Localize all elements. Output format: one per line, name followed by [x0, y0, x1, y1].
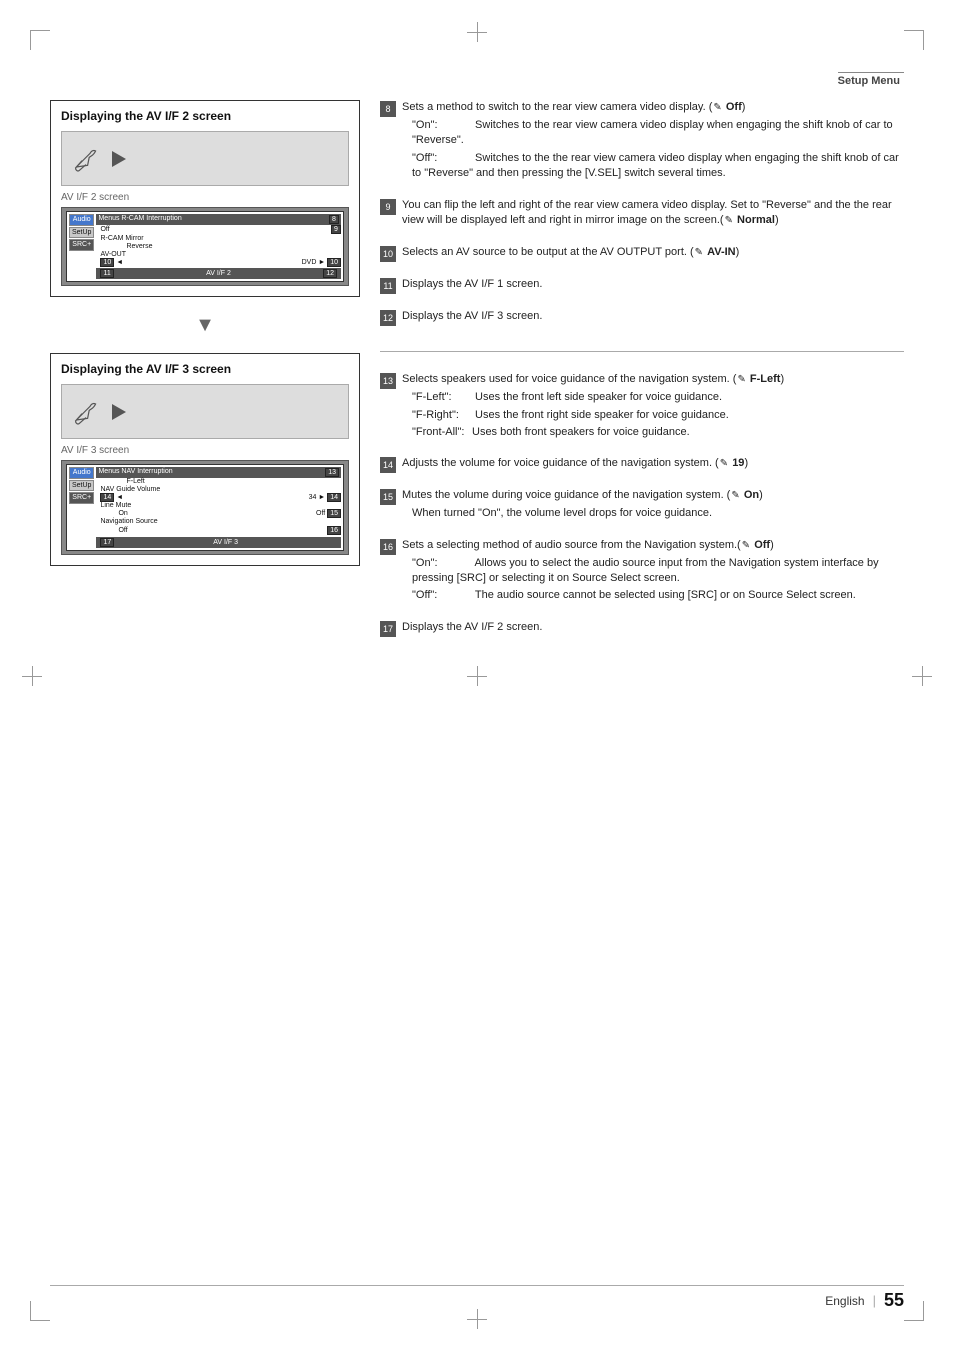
- footer-language: English: [825, 1294, 864, 1308]
- menu-screen-avif3: Audio SetUp SRC+ Menus NAV Interruption …: [61, 460, 349, 555]
- corner-mark-tl: [30, 30, 50, 50]
- cross-bottom: [467, 1309, 487, 1329]
- menu-row-2: R-CAM Mirror: [96, 235, 341, 242]
- menu-bottom-avif2: 11 AV I/F 2 12: [96, 268, 341, 279]
- corner-mark-bl: [30, 1301, 50, 1321]
- item-text-13: Selects speakers used for voice guidance…: [402, 372, 904, 442]
- footer: English | 55: [50, 1285, 904, 1311]
- play-icon-avif3: [112, 404, 126, 420]
- item-num-17: 17: [380, 621, 396, 637]
- wrench-icon-2: [70, 396, 102, 428]
- section-divider: [380, 351, 904, 352]
- menu-title-row-avif3: Menus NAV Interruption 13: [96, 467, 341, 478]
- screen-label-avif2: AV I/F 2 screen: [61, 192, 349, 203]
- item-text-9: You can flip the left and right of the r…: [402, 198, 904, 232]
- menu-row-nav-3: 14 ◄ 34 ► 14: [96, 494, 341, 501]
- section-avif2: Displaying the AV I/F 2 screen AV I/F 2 …: [50, 100, 360, 297]
- screen-mockup-avif3: [61, 384, 349, 439]
- list-item-8: 8 Sets a method to switch to the rear vi…: [380, 100, 904, 184]
- menu-bottom-avif3: 17 AV I/F 3: [96, 537, 341, 548]
- header-title: Setup Menu: [838, 72, 904, 87]
- left-column: Displaying the AV I/F 2 screen AV I/F 2 …: [50, 100, 360, 1291]
- menu-content-avif3: Menus NAV Interruption 13 F-Left NAV Gui…: [96, 467, 341, 548]
- menu-title-row-avif2: Menus R-CAM Interruption 8: [96, 214, 341, 225]
- menu-btn-audio: Audio: [69, 214, 94, 226]
- list-item-13: 13 Selects speakers used for voice guida…: [380, 372, 904, 442]
- menu-row-1: Off 9: [96, 225, 341, 234]
- list-item-16: 16 Sets a selecting method of audio sour…: [380, 538, 904, 606]
- item-text-17: Displays the AV I/F 2 screen.: [402, 620, 904, 638]
- section-avif3-title: Displaying the AV I/F 3 screen: [61, 362, 349, 376]
- item-num-9: 9: [380, 199, 396, 215]
- item-text-15: Mutes the volume during voice guidance o…: [402, 488, 904, 523]
- menu-btn-setup-3: SetUp: [69, 480, 94, 492]
- play-icon-avif2: [112, 151, 126, 167]
- cross-left: [22, 666, 42, 686]
- item-text-8: Sets a method to switch to the rear view…: [402, 100, 904, 184]
- item-text-10: Selects an AV source to be output at the…: [402, 245, 904, 263]
- header-bar: Setup Menu: [50, 68, 904, 90]
- menu-row-nav-6: Navigation Source: [96, 518, 341, 525]
- menu-btn-src-3: SRC+: [69, 492, 94, 504]
- menu-content-avif2: Menus R-CAM Interruption 8 Off 9 R-CAM M…: [96, 214, 341, 279]
- list-item-17: 17 Displays the AV I/F 2 screen.: [380, 620, 904, 638]
- screen-mockup-avif2: [61, 131, 349, 186]
- corner-mark-tr: [904, 30, 924, 50]
- item-num-12: 12: [380, 310, 396, 326]
- menu-row-nav-4: Line Mute: [96, 502, 341, 509]
- section-avif3: Displaying the AV I/F 3 screen AV I/F 3 …: [50, 353, 360, 566]
- wrench-icon: [70, 143, 102, 175]
- menu-row-nav-2: NAV Guide Volume: [96, 486, 341, 493]
- item-num-15: 15: [380, 489, 396, 505]
- item-text-14: Adjusts the volume for voice guidance of…: [402, 456, 904, 474]
- cross-top: [467, 22, 487, 42]
- menu-btn-setup: SetUp: [69, 227, 94, 239]
- item-num-10: 10: [380, 246, 396, 262]
- main-content: Displaying the AV I/F 2 screen AV I/F 2 …: [50, 100, 904, 1291]
- menu-row-4: AV-OUT: [96, 251, 341, 258]
- item-num-13: 13: [380, 373, 396, 389]
- list-item-15: 15 Mutes the volume during voice guidanc…: [380, 488, 904, 523]
- footer-pipe: |: [873, 1293, 876, 1308]
- corner-mark-br: [904, 1301, 924, 1321]
- item-text-11: Displays the AV I/F 1 screen.: [402, 277, 904, 295]
- list-item-11: 11 Displays the AV I/F 1 screen.: [380, 277, 904, 295]
- menu-left-buttons-avif3: Audio SetUp SRC+: [69, 467, 94, 548]
- menu-screen-avif2: Audio SetUp SRC+ Menus R-CAM Interruptio…: [61, 207, 349, 286]
- list-item-14: 14 Adjusts the volume for voice guidance…: [380, 456, 904, 474]
- menu-btn-audio-3: Audio: [69, 467, 94, 479]
- menu-row-nav-7: Off 16: [96, 526, 341, 535]
- list-item-12: 12 Displays the AV I/F 3 screen.: [380, 309, 904, 327]
- cross-right: [912, 666, 932, 686]
- menu-row-nav-5: On Off 15: [96, 510, 341, 517]
- menu-row-5: 10 ◄ DVD ► 10: [96, 259, 341, 266]
- item-text-16: Sets a selecting method of audio source …: [402, 538, 904, 606]
- footer-page-number: 55: [884, 1290, 904, 1311]
- menu-btn-src: SRC+: [69, 239, 94, 251]
- item-num-16: 16: [380, 539, 396, 555]
- menu-left-buttons-avif2: Audio SetUp SRC+: [69, 214, 94, 279]
- menu-row-3: Reverse: [96, 243, 341, 250]
- screen-label-avif3: AV I/F 3 screen: [61, 445, 349, 456]
- menu-row-nav-1: F-Left: [96, 478, 341, 485]
- item-text-12: Displays the AV I/F 3 screen.: [402, 309, 904, 327]
- item-num-14: 14: [380, 457, 396, 473]
- section-avif2-title: Displaying the AV I/F 2 screen: [61, 109, 349, 123]
- item-num-8: 8: [380, 101, 396, 117]
- list-item-9: 9 You can flip the left and right of the…: [380, 198, 904, 232]
- item-num-11: 11: [380, 278, 396, 294]
- list-item-10: 10 Selects an AV source to be output at …: [380, 245, 904, 263]
- arrow-down: ▼: [50, 315, 360, 335]
- right-column: 8 Sets a method to switch to the rear vi…: [380, 100, 904, 1291]
